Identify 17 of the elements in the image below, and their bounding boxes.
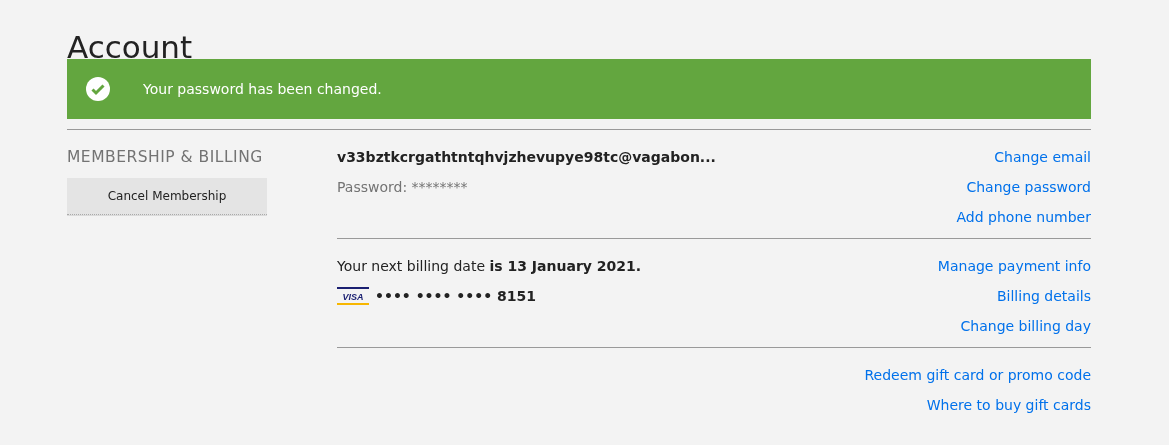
password-text: Password: ********: [337, 179, 468, 195]
account-link[interactable]: Manage payment info: [937, 258, 1091, 274]
cancel-membership-button[interactable]: Cancel Membership: [67, 178, 267, 215]
account-link[interactable]: Where to buy gift cards: [926, 397, 1091, 413]
banner-message: Your password has been changed.: [143, 81, 382, 97]
account-link[interactable]: Change password: [966, 179, 1091, 195]
card-number: •••• •••• •••• 8151: [375, 288, 536, 304]
account-link[interactable]: Change billing day: [960, 318, 1091, 334]
billing-date-text: Your next billing date is 13 January 2021.: [337, 258, 642, 274]
account-link[interactable]: Billing details: [997, 288, 1091, 304]
account-email: v33bztkcrgathtntqhvjzhevupye98tc@vagabon...: [337, 149, 716, 165]
account-link[interactable]: Change email: [994, 149, 1091, 165]
account-link[interactable]: Redeem gift card or promo code: [864, 367, 1091, 383]
checkmark-icon: [86, 77, 110, 101]
account-link[interactable]: Add phone number: [956, 209, 1091, 225]
page-title: Account: [67, 28, 194, 59]
section-heading: MEMBERSHIP & BILLING: [67, 148, 264, 166]
